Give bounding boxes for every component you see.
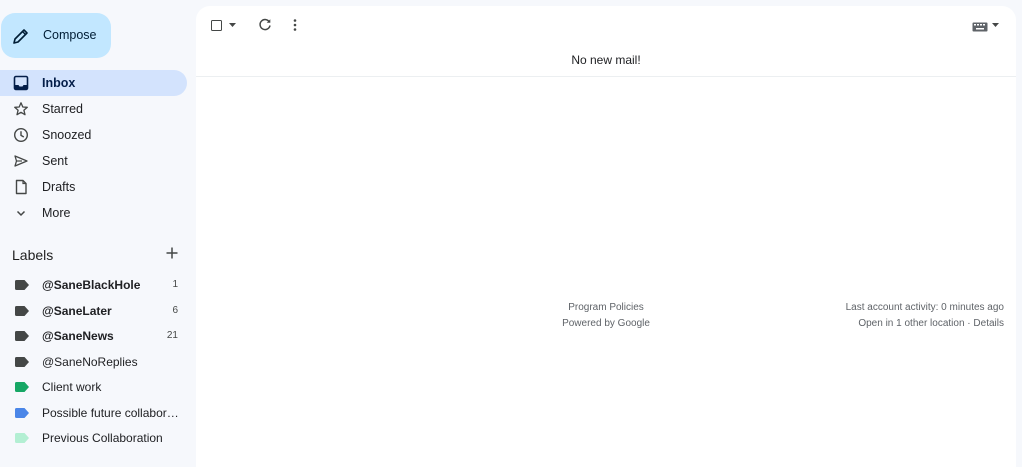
labels-title: Labels <box>12 247 54 263</box>
label-item[interactable]: @SaneNews 21 <box>0 323 187 349</box>
label-name: Possible future collaborations <box>42 405 179 420</box>
inbox-icon <box>13 75 29 91</box>
label-count: 6 <box>172 304 178 316</box>
label-name: @SaneLater <box>42 303 112 318</box>
compose-label: Compose <box>43 28 97 42</box>
label-tag-icon <box>15 382 29 392</box>
label-name: @SaneNoReplies <box>42 354 138 369</box>
divider <box>196 76 1016 77</box>
label-item[interactable]: @SaneNoReplies <box>0 349 187 375</box>
label-name: Previous Collaboration <box>42 431 163 445</box>
nav-item-drafts[interactable]: Drafts <box>0 174 187 200</box>
open-in-text: Open in 1 other location <box>858 318 965 329</box>
footer-center: Program Policies Powered by Google <box>496 300 716 332</box>
nav-label: Drafts <box>42 180 76 194</box>
sidebar: Compose Inbox Starred Snoozed Sent Draft… <box>0 0 196 467</box>
send-icon <box>14 155 28 167</box>
label-tag-icon <box>15 305 29 316</box>
draft-icon <box>15 179 27 195</box>
clock-icon <box>13 127 29 143</box>
label-tag-icon <box>15 407 29 418</box>
program-policies-link[interactable]: Program Policies <box>496 300 716 316</box>
toolbar <box>196 6 1016 46</box>
empty-inbox-message: No new mail! <box>571 53 641 67</box>
labels-list: @SaneBlackHole 1 @SaneLater 6 @SaneNews 21 @Sa… <box>0 272 187 451</box>
nav-label: Inbox <box>42 76 76 90</box>
more-vert-icon[interactable] <box>292 18 298 32</box>
main-panel: No new mail! Program Policies Powered by… <box>196 6 1016 467</box>
label-item[interactable]: @SaneLater 6 <box>0 298 187 324</box>
nav-label: Snoozed <box>42 128 92 142</box>
nav-label: Starred <box>42 102 83 116</box>
last-activity-text: Last account activity: 0 minutes ago <box>845 302 1004 313</box>
label-tag-icon <box>15 433 29 443</box>
label-item[interactable]: @SaneBlackHole 1 <box>0 272 187 298</box>
nav-list: Inbox Starred Snoozed Sent Drafts More <box>0 70 187 226</box>
label-item[interactable]: Client work <box>0 374 187 400</box>
caret-down-icon[interactable] <box>229 23 236 28</box>
nav-item-inbox[interactable]: Inbox <box>0 70 187 96</box>
nav-label: More <box>42 206 71 220</box>
pencil-icon <box>13 29 28 44</box>
gmail-window: Compose Inbox Starred Snoozed Sent Draft… <box>0 0 1022 467</box>
label-tag-icon <box>15 356 29 367</box>
label-count: 21 <box>166 330 178 341</box>
label-item[interactable]: Previous Collaboration <box>0 425 187 451</box>
powered-by-text: Powered by Google <box>562 318 650 329</box>
chevron-down-icon <box>16 210 26 217</box>
labels-header: Labels <box>12 246 182 264</box>
plus-icon[interactable] <box>165 246 179 260</box>
label-name: @SaneBlackHole <box>42 278 141 292</box>
select-all-checkbox[interactable] <box>211 20 222 31</box>
refresh-icon[interactable] <box>258 18 272 32</box>
label-item[interactable]: Possible future collaborations <box>0 400 187 426</box>
star-icon <box>14 102 28 116</box>
keyboard-icon[interactable] <box>972 22 988 32</box>
label-tag-icon <box>15 331 29 341</box>
label-name: Client work <box>42 380 102 394</box>
label-count: 1 <box>172 279 178 290</box>
caret-down-icon[interactable] <box>992 23 999 28</box>
nav-item-starred[interactable]: Starred <box>0 96 187 122</box>
nav-item-snoozed[interactable]: Snoozed <box>0 122 187 148</box>
details-link[interactable]: Details <box>973 318 1004 329</box>
footer-right: Last account activity: 0 minutes ago Ope… <box>744 300 1004 332</box>
label-tag-icon <box>15 280 29 290</box>
nav-label: Sent <box>42 154 68 168</box>
label-name: @SaneNews <box>42 329 114 343</box>
nav-item-more[interactable]: More <box>0 200 187 226</box>
nav-item-sent[interactable]: Sent <box>0 148 187 174</box>
open-in-line: Open in 1 other location · Details <box>744 316 1004 332</box>
compose-button[interactable]: Compose <box>1 13 111 58</box>
